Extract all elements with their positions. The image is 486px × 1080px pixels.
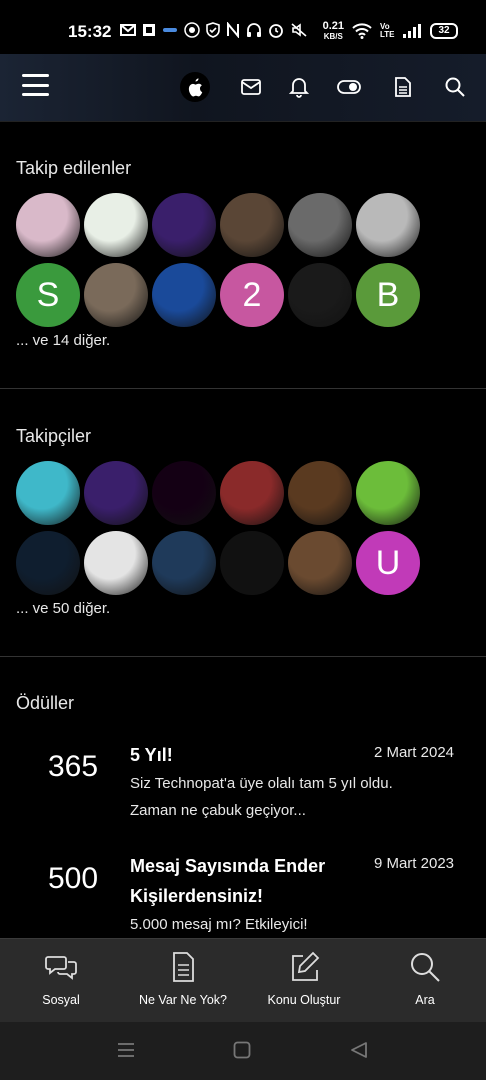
avatar[interactable]	[288, 461, 352, 525]
system-navigation-bar	[0, 1022, 486, 1080]
avatar[interactable]	[84, 193, 148, 257]
headphones-icon	[247, 23, 261, 37]
mute-icon	[291, 23, 307, 37]
wifi-icon	[352, 23, 372, 39]
avatar[interactable]	[152, 461, 216, 525]
following-title: Takip edilenler	[16, 158, 132, 178]
award-title: 5 Yıl!	[130, 745, 173, 765]
following-more-link[interactable]: ... ve 14 diğer.	[16, 332, 110, 349]
avatar[interactable]	[84, 263, 148, 327]
avatar[interactable]	[16, 193, 80, 257]
section-divider	[0, 656, 486, 657]
avatar[interactable]	[220, 193, 284, 257]
hamburger-icon[interactable]	[22, 74, 49, 96]
avatar[interactable]	[356, 461, 420, 525]
shield-icon	[206, 22, 220, 38]
award-points: 500	[48, 862, 99, 895]
avatar[interactable]	[84, 461, 148, 525]
nav-social[interactable]: Sosyal	[0, 939, 122, 1023]
avatar[interactable]	[356, 193, 420, 257]
avatar-initial: S	[36, 275, 60, 314]
chat-bubbles-icon	[45, 956, 77, 980]
document-icon[interactable]	[388, 72, 418, 102]
avatar-letter[interactable]: B	[356, 263, 420, 327]
avatar[interactable]	[288, 531, 352, 595]
avatar[interactable]	[288, 193, 352, 257]
award-description: Siz Technopat'a üye olalı tam 5 yıl oldu…	[130, 775, 393, 819]
followers-more-link[interactable]: ... ve 50 diğer.	[16, 600, 110, 617]
nfc-icon	[227, 22, 239, 38]
award-points: 365	[48, 750, 99, 783]
avatar[interactable]	[152, 531, 216, 595]
avatar-initial: U	[375, 543, 401, 582]
notification-icons	[120, 22, 308, 38]
mail-icon[interactable]	[236, 72, 266, 102]
clock: 15:32	[68, 22, 112, 41]
avatar[interactable]	[220, 461, 284, 525]
toggle-icon[interactable]	[334, 72, 364, 102]
followers-title: Takipçiler	[16, 426, 92, 446]
avatar-initial: B	[376, 275, 400, 314]
battery-indicator: 32	[430, 23, 458, 39]
avatar-letter[interactable]: S	[16, 263, 80, 327]
avatar[interactable]	[152, 193, 216, 257]
bell-icon[interactable]	[284, 72, 314, 102]
section-divider	[0, 388, 486, 389]
recents-icon[interactable]	[116, 1041, 136, 1059]
award-description: 5.000 mesaj mı? Etkileyici!	[130, 916, 308, 933]
awards-title: Ödüller	[16, 693, 75, 713]
app-icon	[163, 28, 177, 32]
search-icon[interactable]	[440, 72, 470, 102]
avatar-initial: 2	[242, 275, 262, 314]
alarm-icon	[269, 24, 283, 38]
avatar-letter[interactable]: U	[356, 531, 420, 595]
edit-icon	[292, 951, 320, 981]
avatar[interactable]	[84, 531, 148, 595]
avatar[interactable]	[152, 263, 216, 327]
avatar[interactable]	[16, 531, 80, 595]
app-header	[0, 54, 486, 122]
signal-icon	[403, 24, 421, 38]
document-icon	[173, 952, 194, 982]
avatar[interactable]	[16, 461, 80, 525]
app-icon	[143, 24, 155, 36]
network-speed: 0.21 KB/S	[322, 20, 344, 42]
system-status: 0.21 KB/S Vo LTE 32	[323, 21, 458, 41]
gmail-icon	[120, 24, 136, 36]
avatar-letter[interactable]: 2	[220, 263, 284, 327]
back-icon[interactable]	[350, 1041, 368, 1059]
nav-search[interactable]: Ara	[364, 939, 486, 1023]
avatar[interactable]	[220, 531, 284, 595]
status-bar: 15:32 0.21 KB/S Vo LTE 32	[0, 0, 486, 54]
award-date: 9 Mart 2023	[373, 855, 454, 872]
search-icon	[411, 953, 440, 982]
nav-whats-new[interactable]: Ne Var Ne Yok?	[122, 939, 244, 1023]
avatar[interactable]	[288, 263, 352, 327]
nav-create-topic[interactable]: Konu Oluştur	[243, 939, 365, 1023]
chrome-icon	[184, 22, 200, 38]
award-title: Mesaj Sayısında Ender Kişilerdensiniz!	[130, 856, 326, 906]
volte-label: Vo LTE	[380, 22, 395, 39]
award-date: 2 Mart 2024	[373, 744, 454, 761]
apple-icon[interactable]	[180, 72, 210, 102]
bottom-navigation: Sosyal Ne Var Ne Yok? Konu Oluştur Ara	[0, 938, 486, 1022]
home-icon[interactable]	[233, 1041, 251, 1059]
